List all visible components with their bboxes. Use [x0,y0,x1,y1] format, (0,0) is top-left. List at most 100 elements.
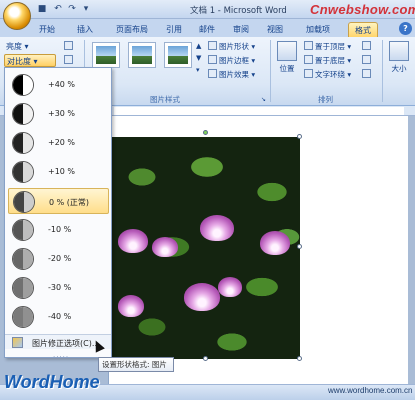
contrast-option[interactable]: +30 % [8,101,109,127]
redo-icon[interactable]: ↷ [66,3,78,15]
size-button[interactable]: 大小 [386,41,412,74]
site-watermark: Cnwebshow.com [310,2,415,17]
contrast-option-label: +30 % [48,109,76,118]
lotus-flower [218,277,242,297]
contrast-option[interactable]: +40 % [8,72,109,98]
bring-front-button[interactable]: 置于顶层 ▾ [304,41,351,52]
contrast-option[interactable]: -20 % [8,246,109,272]
picture-style-2[interactable] [128,42,156,68]
contrast-level-icon [12,277,34,299]
picture-effects-icon [208,69,217,78]
wordhome-watermark: WordHome [4,372,100,392]
lotus-flower [152,237,178,257]
help-icon[interactable]: ? [399,22,412,35]
window-title: 文档 1 - Microsoft Word [190,6,287,16]
change-picture-icon[interactable] [64,55,75,66]
send-back-button[interactable]: 置于底层 ▾ [304,55,351,66]
styles-scroll-down-icon[interactable]: ▼ [196,53,201,64]
picture-corrections-icon [12,337,23,348]
tab-addins[interactable]: 加载项 [302,22,334,37]
lotus-picture[interactable] [112,137,300,359]
picture-style-1[interactable] [92,42,120,68]
align-icon[interactable] [362,41,373,52]
contrast-button[interactable]: 对比度 ▾ [4,54,56,67]
contrast-option-label: +10 % [48,167,76,176]
contrast-option-label: -10 % [48,225,72,234]
contrast-level-icon [12,248,34,270]
resize-handle[interactable] [297,134,302,139]
picture-effects-button[interactable]: 图片效果 ▾ [208,69,255,80]
tab-references[interactable]: 引用 [163,22,185,37]
contrast-option[interactable]: 0 % (正常) [8,188,109,214]
contrast-level-icon [12,219,34,241]
title-bar: ■ ↶ ↷ ▾ 文档 1 - Microsoft Word Cnwebshow.… [0,0,415,19]
tab-home[interactable]: 开始 [36,22,58,37]
picture-style-3[interactable] [164,42,192,68]
bring-front-icon [304,41,313,50]
text-wrap-button[interactable]: 文字环绕 ▾ [304,69,351,80]
wordhome-url: www.wordhome.com.cn [328,386,413,395]
lotus-flower [118,295,144,317]
styles-more-icon[interactable]: ▾ [196,65,200,76]
group-separator [270,40,271,102]
lotus-flower [200,215,234,241]
customize-icon[interactable]: ▾ [80,3,92,15]
office-button[interactable] [3,2,31,30]
menu-resize-grip[interactable]: ..... [53,351,69,359]
lotus-flower [118,229,148,253]
picture-corrections-label: 图片修正选项(C)... [32,339,100,348]
tab-page-layout[interactable]: 页面布局 [112,22,152,37]
picture-shape-button[interactable]: 图片形状 ▾ [208,41,255,52]
contrast-option[interactable]: -40 % [8,304,109,330]
group-icon[interactable] [362,55,373,66]
contrast-level-icon [12,132,34,154]
compress-icon[interactable] [64,41,75,52]
lotus-flower [184,283,220,311]
size-icon [389,41,409,61]
contrast-level-icon [12,74,34,96]
lotus-flower [260,231,290,255]
contrast-option[interactable]: +10 % [8,159,109,185]
styles-scroll-up-icon[interactable]: ▲ [196,41,201,52]
tooltip: 设置形状格式: 图片 [98,357,174,372]
tab-view[interactable]: 视图 [264,22,286,37]
contrast-option[interactable]: -30 % [8,275,109,301]
contrast-level-icon [12,161,34,183]
tab-insert[interactable]: 插入 [74,22,96,37]
contrast-level-icon [12,103,34,125]
save-icon[interactable]: ■ [36,3,48,15]
tab-review[interactable]: 审阅 [230,22,252,37]
picture-styles-group-label: 图片样式 [150,95,180,104]
brightness-button[interactable]: 亮度 ▾ [4,41,56,53]
dialog-launcher-icon[interactable]: ↘ [261,94,266,105]
send-back-icon [304,55,313,64]
contrast-option-label: 0 % (正常) [49,198,90,207]
position-button[interactable]: 位置 [276,41,298,74]
ribbon-tabs: 开始 插入 页面布局 引用 邮件 审阅 视图 加载项 格式 ? [0,19,415,37]
contrast-option-label: +40 % [48,80,76,89]
group-separator [382,40,383,102]
picture-shape-icon [208,41,217,50]
resize-handle[interactable] [297,356,302,361]
picture-border-button[interactable]: 图片边框 ▾ [208,55,255,66]
picture-border-icon [208,55,217,64]
contrast-option-label: +20 % [48,138,76,147]
rotate-icon[interactable] [362,69,373,80]
tab-format[interactable]: 格式 [348,22,378,37]
resize-handle[interactable] [297,244,302,249]
contrast-option-label: -30 % [48,283,72,292]
contrast-option[interactable]: -10 % [8,217,109,243]
contrast-option-label: -40 % [48,312,72,321]
position-icon [277,41,297,61]
tab-mailings[interactable]: 邮件 [196,22,218,37]
rotate-handle[interactable] [203,130,208,135]
contrast-dropdown: +40 % +30 % +20 % +10 % 0 % (正常) -10 % -20 % -3… [4,67,112,359]
contrast-option-label: -20 % [48,254,72,263]
text-wrap-icon [304,69,313,78]
arrange-group-label: 排列 [318,95,333,104]
resize-handle[interactable] [203,356,208,361]
contrast-level-icon [13,191,35,213]
contrast-option[interactable]: +20 % [8,130,109,156]
contrast-level-icon [12,306,34,328]
undo-icon[interactable]: ↶ [52,3,64,15]
